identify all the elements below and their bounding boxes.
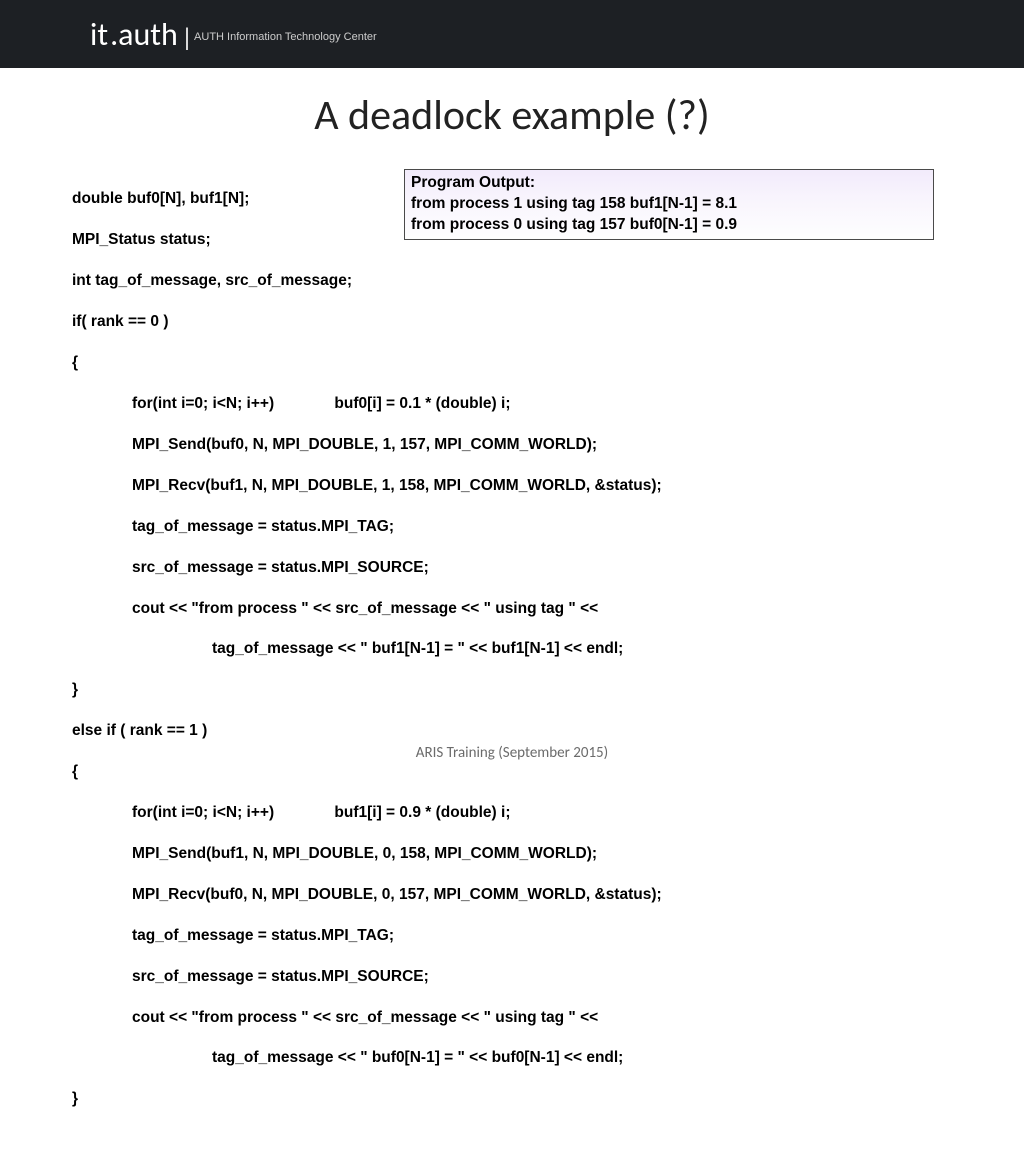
code-line: tag_of_message << " buf0[N-1] = " << buf… [72, 1048, 952, 1068]
footer-text: ARIS Training (September 2015) [0, 744, 1024, 762]
code-line: MPI_Recv(buf1, N, MPI_DOUBLE, 1, 158, MP… [72, 476, 952, 496]
code-line: for(int i=0; i<N; i++) buf0[i] = 0.1 * (… [72, 394, 952, 414]
code-line: } [72, 680, 952, 700]
code-line: MPI_Send(buf0, N, MPI_DOUBLE, 1, 157, MP… [72, 435, 952, 455]
code-line: tag_of_message << " buf1[N-1] = " << buf… [72, 639, 952, 659]
slide-title: A deadlock example (?) [0, 90, 1024, 141]
code-line: MPI_Recv(buf0, N, MPI_DOUBLE, 0, 157, MP… [72, 885, 952, 905]
code-line: tag_of_message = status.MPI_TAG; [72, 517, 952, 537]
code-line: cout << "from process " << src_of_messag… [72, 1008, 952, 1028]
logo-auth: .auth [110, 15, 178, 54]
code-line: MPI_Send(buf1, N, MPI_DOUBLE, 0, 158, MP… [72, 844, 952, 864]
logo-subtitle: AUTH Information Technology Center [194, 31, 377, 43]
code-line: else if ( rank == 1 ) [72, 721, 952, 741]
slide-content: Program Output: from process 1 using tag… [0, 169, 1024, 1151]
code-line: src_of_message = status.MPI_SOURCE; [72, 967, 952, 987]
code-line: tag_of_message = status.MPI_TAG; [72, 926, 952, 946]
code-line: if( rank == 0 ) [72, 312, 952, 332]
logo-separator: | [184, 24, 190, 52]
output-line-3: from process 0 using tag 157 buf0[N-1] =… [411, 215, 927, 236]
code-line: for(int i=0; i<N; i++) buf1[i] = 0.9 * (… [72, 803, 952, 823]
code-line: { [72, 762, 952, 782]
output-line-2: from process 1 using tag 158 buf1[N-1] =… [411, 194, 927, 215]
program-output-box: Program Output: from process 1 using tag… [404, 169, 934, 240]
code-listing: double buf0[N], buf1[N]; MPI_Status stat… [72, 169, 952, 1151]
code-line: int tag_of_message, src_of_message; [72, 271, 952, 291]
code-line: } [72, 1089, 952, 1109]
logo: it .auth | AUTH Information Technology C… [90, 15, 377, 54]
code-line: { [72, 353, 952, 373]
header-bar: it .auth | AUTH Information Technology C… [0, 0, 1024, 68]
code-line: src_of_message = status.MPI_SOURCE; [72, 558, 952, 578]
output-line-1: Program Output: [411, 173, 927, 194]
code-line: cout << "from process " << src_of_messag… [72, 599, 952, 619]
logo-it: it [90, 15, 108, 54]
